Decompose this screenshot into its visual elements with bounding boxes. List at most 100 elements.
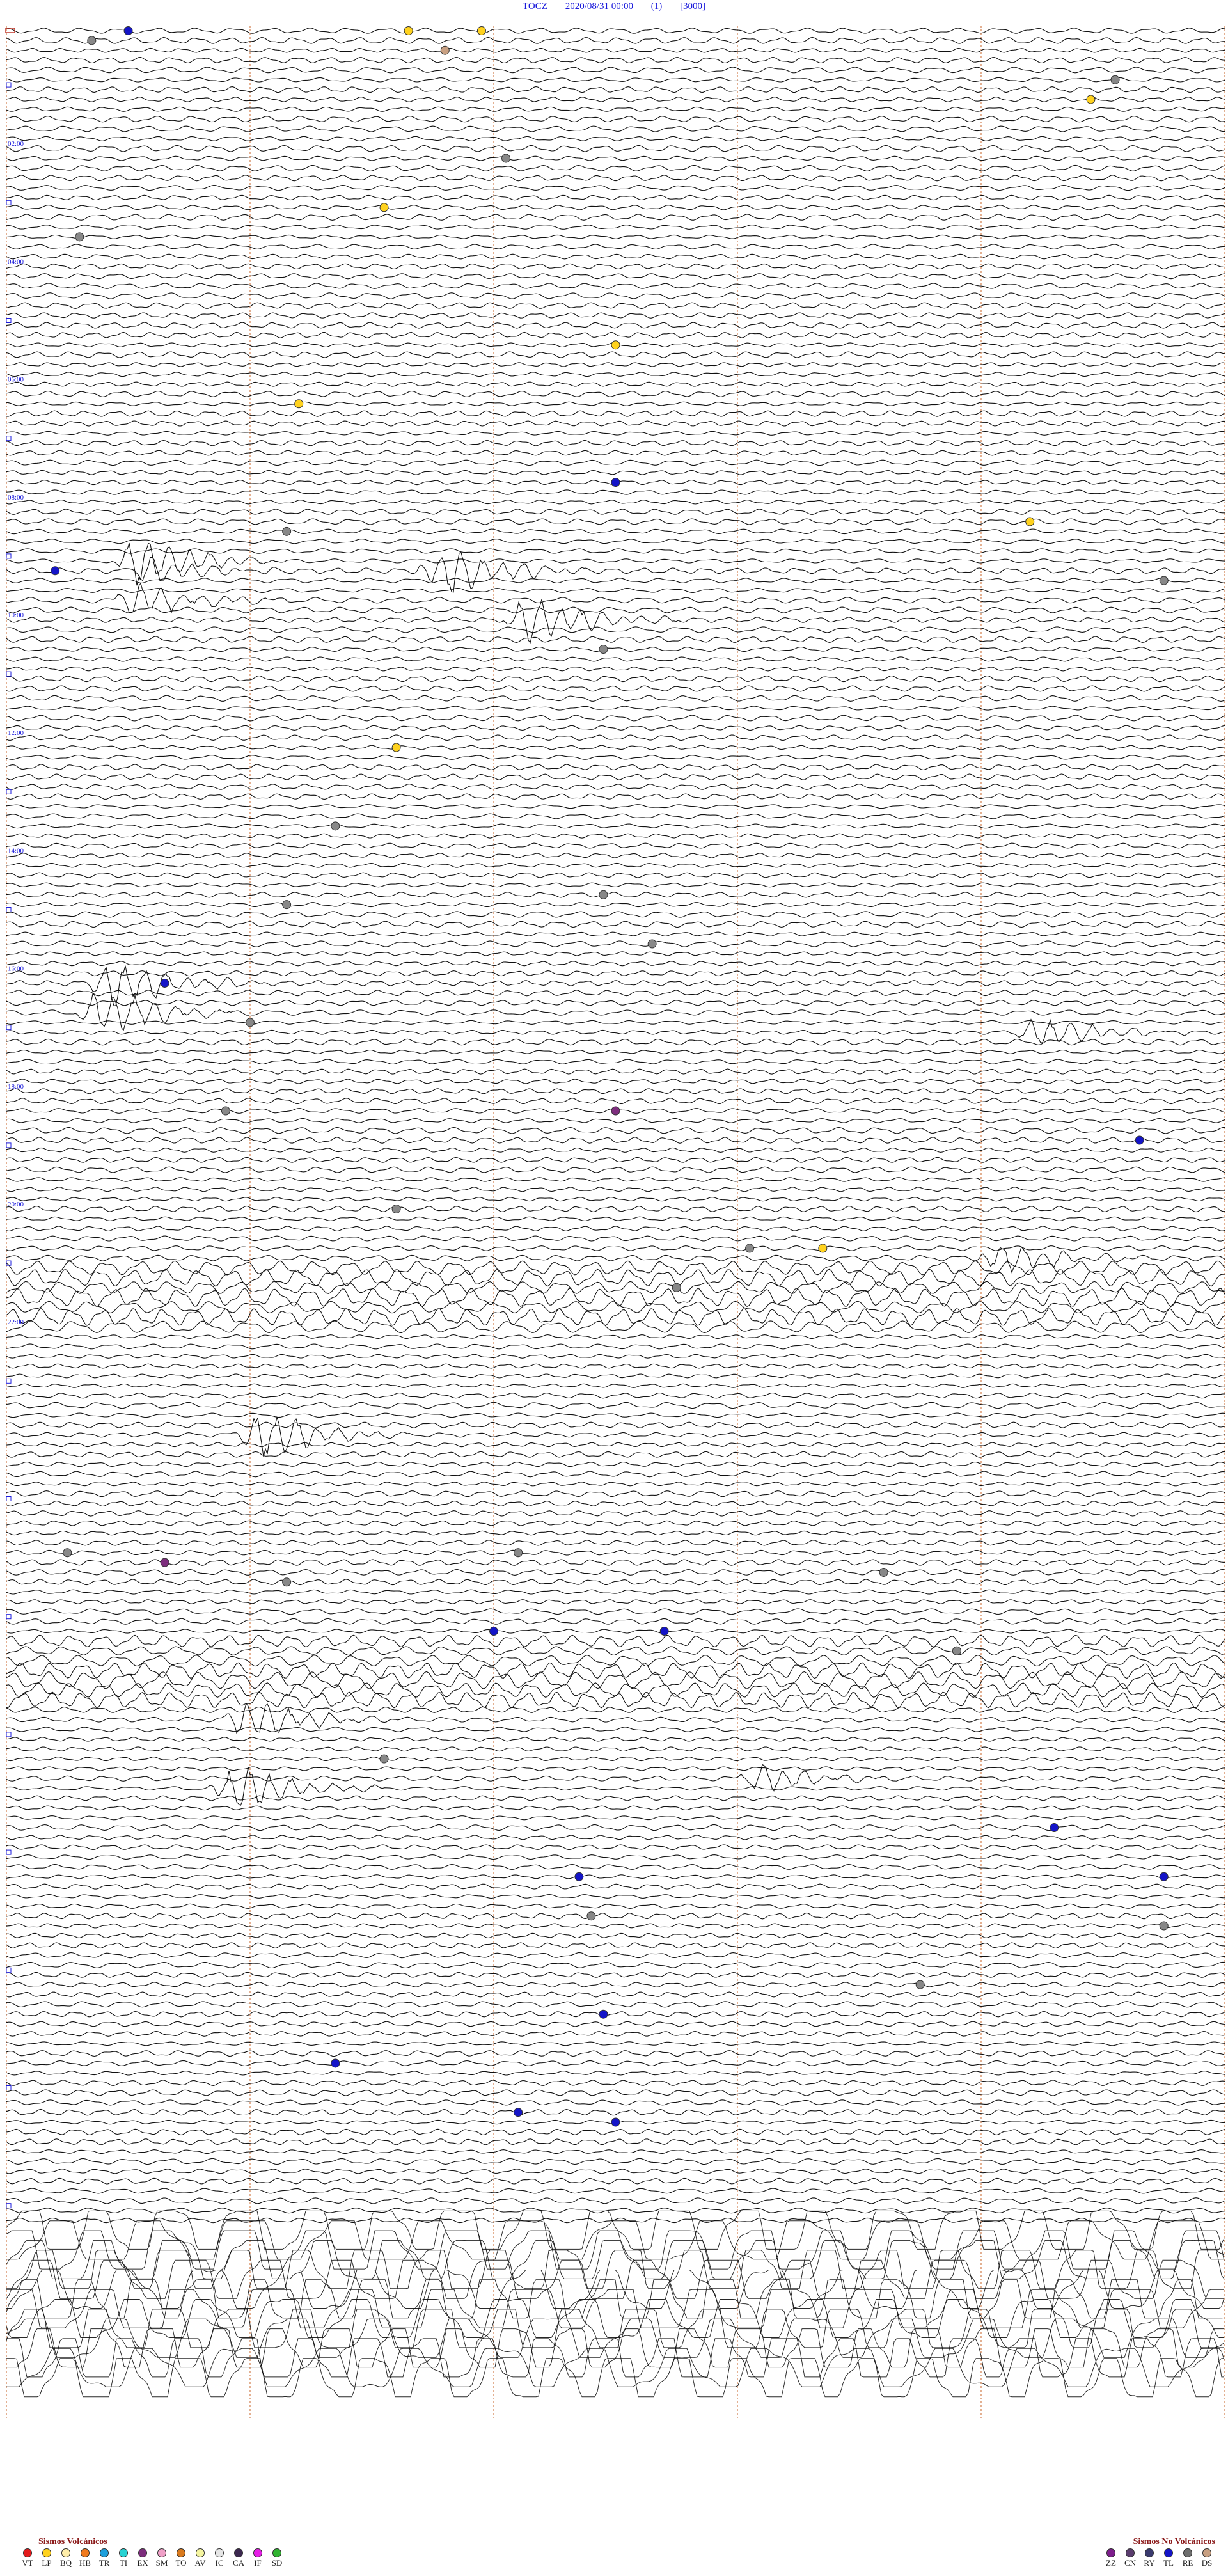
seismic-trace (6, 292, 1225, 299)
seismic-trace (6, 646, 1225, 652)
legend-code: IC (215, 2558, 224, 2568)
event-marker-be (379, 1754, 389, 1764)
half-hour-tick (6, 200, 12, 205)
legend-code: TL (1163, 2558, 1174, 2568)
event-marker-be (586, 1911, 596, 1921)
seismic-trace (6, 214, 1225, 221)
event-marker-tl (1135, 1135, 1144, 1145)
legend-code: CN (1124, 2558, 1137, 2568)
seismic-trace (6, 940, 1225, 947)
seismic-trace (6, 1569, 1225, 1576)
seismic-trace (6, 961, 1225, 967)
seismic-trace (6, 813, 1225, 819)
event-marker-tl (659, 1627, 669, 1636)
seismic-trace (6, 77, 1225, 83)
seismic-trace (6, 833, 1225, 839)
seismic-trace (6, 1766, 1225, 1771)
seismic-trace (6, 1157, 1225, 1163)
seismic-trace (6, 1088, 1225, 1094)
seismic-trace (6, 1757, 1225, 1762)
volcanic-legend-item-tr: TR (96, 2548, 113, 2568)
seismic-trace (6, 539, 1225, 544)
legend-swatch (215, 2548, 224, 2557)
event-marker-be (1159, 576, 1169, 585)
seismic-trace (6, 115, 1225, 123)
seismic-trace (6, 1383, 1225, 1388)
seismic-trace (6, 1530, 1225, 1536)
seismic-trace (6, 970, 1225, 977)
volcanic-legend-item-vt: VT (19, 2548, 36, 2568)
seismic-trace (6, 921, 1225, 928)
seismic-trace (6, 1629, 1225, 1634)
seismic-trace (6, 225, 1225, 230)
volcanic-legend-item-sm: SM (154, 2548, 170, 2568)
nonvolcanic-legend: Sismos No Volcánicos ZZ CN RY TL RE DS (1103, 2537, 1215, 2568)
seismic-trace (6, 420, 1225, 427)
legend-code: HB (79, 2558, 91, 2568)
event-marker-tl (123, 26, 133, 35)
seismic-trace (6, 1260, 1225, 1276)
seismic-trace (6, 1883, 1225, 1890)
half-hour-tick (6, 436, 12, 441)
legend-code: ZZ (1106, 2558, 1116, 2568)
seismic-trace (6, 793, 1225, 800)
event-markers (51, 26, 1169, 2127)
legend-code: RY (1144, 2558, 1155, 2568)
seismic-trace (6, 1421, 1225, 1428)
volcanic-legend-item-sd: SD (269, 2548, 285, 2568)
seismic-trace (6, 1844, 1225, 1851)
seismic-trace (6, 1068, 1225, 1075)
legend-swatch (81, 2548, 90, 2557)
volcanic-legend-item-bq: BQ (58, 2548, 74, 2568)
seismic-trace (6, 459, 1225, 466)
seismic-trace (6, 47, 1225, 53)
seismic-trace (6, 1373, 1225, 1379)
seismic-trace (6, 1608, 1225, 1615)
seismic-trace (6, 2021, 1225, 2027)
half-hour-tick (6, 1378, 12, 1384)
event-marker-lp (1086, 95, 1096, 104)
seismic-trace (6, 439, 1225, 446)
event-marker-tl (574, 1872, 584, 1881)
seismic-trace (6, 1059, 1225, 1064)
seismic-trace (6, 1737, 1225, 1742)
seismic-trace (6, 244, 1225, 249)
seismic-trace (6, 1205, 1225, 1213)
seismic-trace (6, 1767, 1225, 1806)
event-marker-be (1110, 75, 1120, 84)
seismic-trace (6, 1126, 1225, 1134)
seismic-trace (6, 587, 1225, 593)
seismic-trace (6, 685, 1225, 692)
event-marker-lp (404, 26, 413, 35)
legend-swatch (177, 2548, 185, 2557)
half-hour-tick (6, 82, 12, 88)
seismic-trace (6, 902, 1225, 908)
seismic-trace (6, 450, 1225, 456)
legend-code: RE (1182, 2558, 1193, 2568)
seismic-trace (6, 2279, 1225, 2319)
volcanic-legend-item-ti: TI (115, 2548, 132, 2568)
seismic-trace (6, 234, 1225, 239)
seismic-trace (6, 1308, 1225, 1326)
seismic-trace (6, 2188, 1225, 2194)
event-marker-be (879, 1567, 888, 1577)
volcanic-legend-items: VT LP BQ HB TR TI EX SM TO AV IC CA IF SD (19, 2548, 285, 2568)
seismic-trace (6, 1671, 1225, 1689)
seismic-trace (6, 1961, 1225, 1969)
seismic-trace (6, 2030, 1225, 2037)
seismic-trace (6, 578, 1225, 584)
seismic-trace (6, 2041, 1225, 2046)
seismic-trace (6, 1049, 1225, 1054)
seismic-trace (6, 2299, 1224, 2338)
legend-code: EX (137, 2558, 148, 2568)
seismic-trace (6, 1235, 1225, 1242)
seismic-trace (6, 1863, 1225, 1870)
seismic-trace (6, 1727, 1225, 1732)
legend-swatch (196, 2548, 205, 2557)
nonvolcanic-legend-item-zz: ZZ (1103, 2548, 1119, 2568)
event-marker-be (599, 645, 608, 654)
hour-label: 02:00 (8, 140, 24, 148)
seismic-trace (6, 2011, 1225, 2018)
seismic-trace (6, 1392, 1225, 1399)
seismic-trace (6, 882, 1225, 888)
